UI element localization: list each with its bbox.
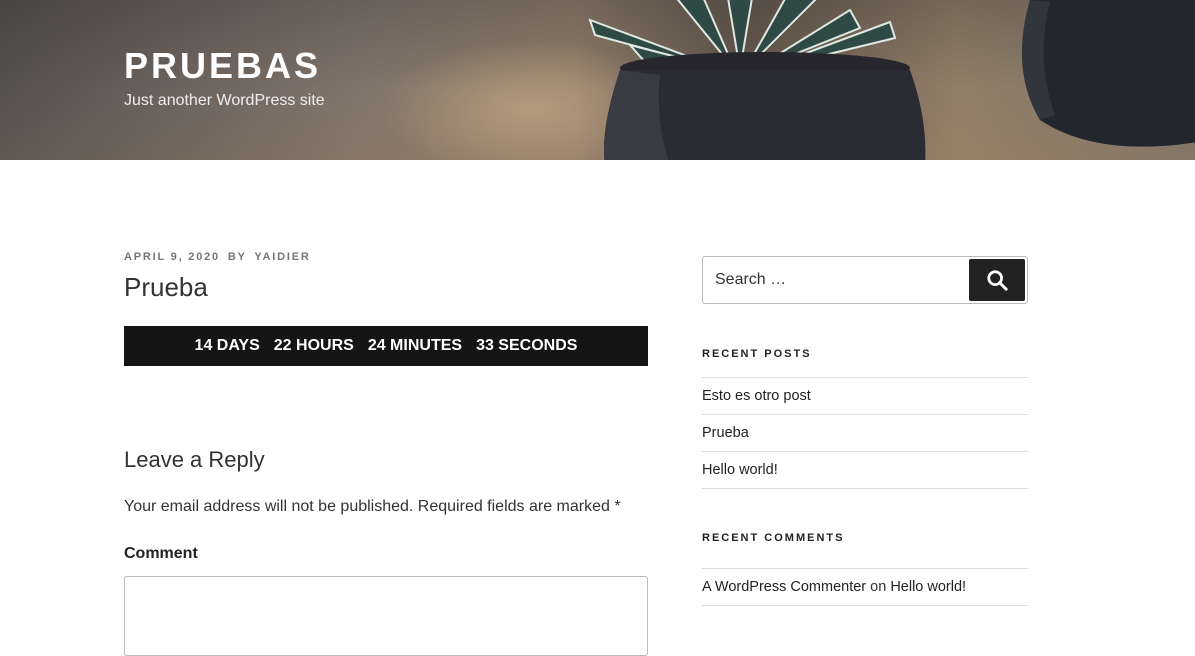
site-description: Just another WordPress site [124, 92, 325, 109]
comment-textarea[interactable] [124, 576, 648, 656]
search-input[interactable] [703, 257, 969, 303]
reply-title: Leave a Reply [124, 447, 265, 472]
post-author[interactable]: YAIDIER [254, 251, 310, 263]
comment-post-link[interactable]: Hello world! [890, 579, 966, 595]
recent-post-link[interactable]: Esto es otro post [702, 388, 811, 404]
recent-comments-list: A WordPress Commenter on Hello world! [702, 568, 1028, 606]
header-plant-pot-image [588, 0, 926, 160]
site-title[interactable]: PRUEBAS [124, 46, 325, 86]
search-button[interactable] [969, 259, 1025, 301]
comment-on-label: on [870, 579, 887, 595]
comment-notes: Your email address will not be published… [124, 498, 621, 515]
comment-author-link[interactable]: A WordPress Commenter [702, 579, 866, 595]
sidebar: RECENT POSTS Esto es otro post Prueba He… [702, 256, 1028, 606]
list-item: Hello world! [702, 452, 1028, 489]
recent-comments-title: RECENT COMMENTS [702, 532, 845, 544]
post-title: Prueba [124, 272, 208, 302]
countdown-minutes: 24 MINUTES [367, 337, 463, 354]
header-background-pot-image [1022, 0, 1195, 147]
recent-posts-title: RECENT POSTS [702, 348, 812, 360]
byline-label: BY [227, 251, 247, 263]
search-form [702, 256, 1028, 304]
countdown-timer: 14 DAYS 22 HOURS 24 MINUTES 33 SECONDS [124, 326, 648, 366]
recent-post-link[interactable]: Prueba [702, 425, 749, 441]
recent-posts-list: Esto es otro post Prueba Hello world! [702, 377, 1028, 489]
countdown-hours: 22 HOURS [273, 337, 354, 354]
recent-comments-widget: RECENT COMMENTS A WordPress Commenter on… [702, 531, 1028, 606]
countdown-seconds: 33 SECONDS [476, 337, 578, 354]
recent-posts-widget: RECENT POSTS Esto es otro post Prueba He… [702, 347, 1028, 489]
list-item: Prueba [702, 415, 1028, 452]
site-branding: PRUEBAS Just another WordPress site [124, 46, 325, 111]
recent-post-link[interactable]: Hello world! [702, 462, 778, 478]
entry-meta: APRIL 9, 2020 BY YAIDIER [124, 250, 648, 264]
main-content: APRIL 9, 2020 BY YAIDIER Prueba 14 DAYS … [124, 250, 648, 656]
countdown-days: 14 DAYS [194, 337, 260, 354]
site-header: PRUEBAS Just another WordPress site [0, 0, 1195, 160]
list-item: A WordPress Commenter on Hello world! [702, 569, 1028, 606]
list-item: Esto es otro post [702, 378, 1028, 415]
post-date[interactable]: APRIL 9, 2020 [124, 251, 220, 263]
search-icon [987, 270, 1008, 291]
comment-label: Comment [124, 545, 198, 562]
